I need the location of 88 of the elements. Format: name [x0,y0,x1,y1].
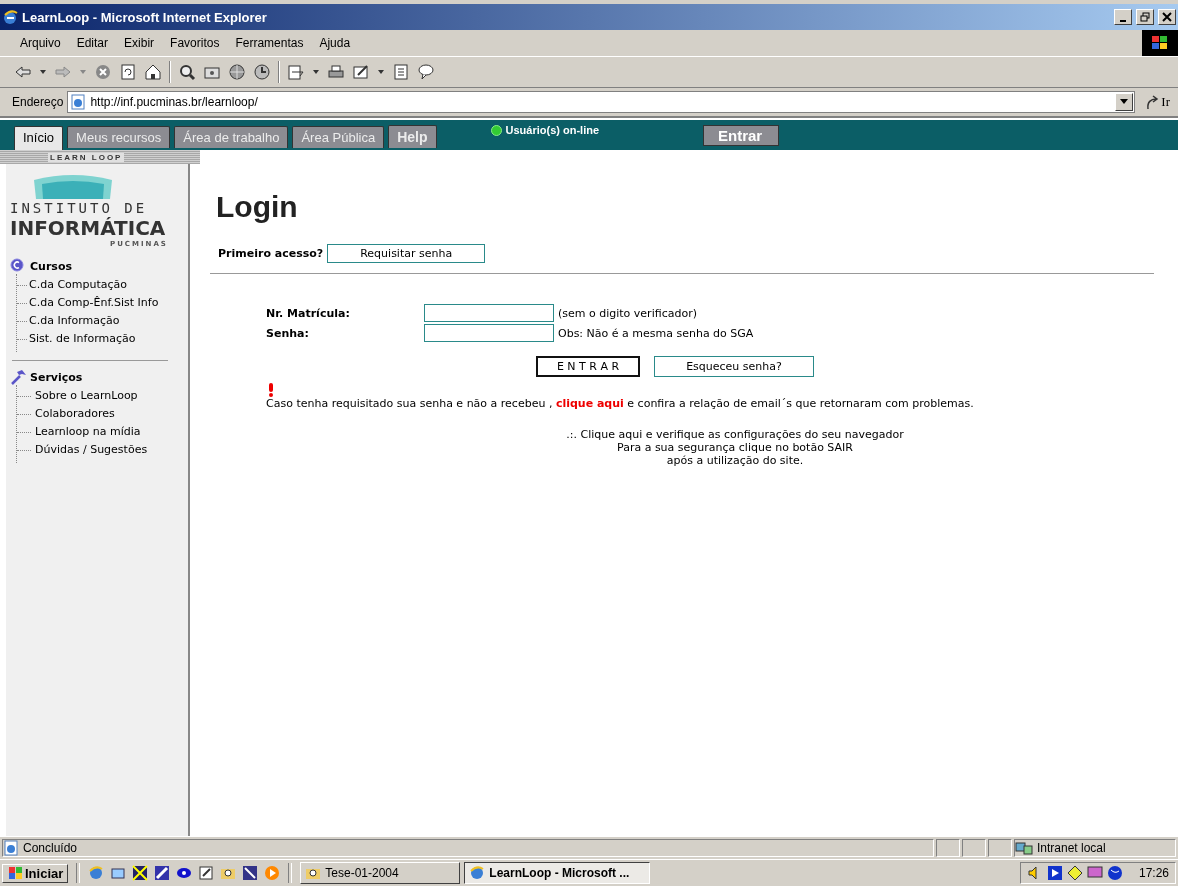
page-icon [70,94,87,110]
page-heading: Login [216,190,299,224]
course-icon [10,258,26,274]
monitor-icon[interactable] [1086,865,1103,881]
menu-item[interactable]: Editar [68,33,117,53]
logo-text: INFORMÁTICA [10,216,166,240]
first-access-label: Primeiro acesso? [218,247,324,260]
document-icon[interactable] [392,63,410,81]
browser-icon [2,9,18,25]
sidebar-link[interactable]: Colaboradores [35,405,115,423]
status-panel [962,839,986,857]
click-here-link[interactable]: clique aqui [555,397,624,410]
notice-text: Caso tenha requisitado sua senha e não a recebeu , clique aqui e confira a relação de email´s que retornaram com problemas. [266,397,975,410]
sidebar-link[interactable]: Learnloop na mídia [35,423,141,441]
field-label: Nr. Matrícula: [266,306,351,320]
page-icon [3,840,19,856]
browser-icon [469,865,486,881]
sidebar-link[interactable]: C.da Comp-Ênf.Sist Info [29,294,159,312]
status-text: Concluído [23,841,78,855]
input-field[interactable] [424,324,554,342]
request-password-button[interactable]: Requisitar senha [327,244,486,263]
curved-arrow-icon [1145,94,1160,110]
back-arrow-icon[interactable] [14,63,32,81]
nav-tab[interactable]: Início [14,126,64,150]
input-field[interactable] [424,304,554,322]
submit-button[interactable]: E N T R A R [536,356,640,377]
clock: 17:26 [1138,866,1169,880]
exclamation-icon [268,383,274,397]
sidebar-link[interactable]: Sobre o LearnLoop [35,387,138,405]
info-text: Para a sua segurança clique no botão SAIR [617,441,853,454]
menu-item[interactable]: Favoritos [162,33,228,53]
restore-button[interactable] [1136,9,1154,25]
online-users-link[interactable]: Usuário(s) on-line [505,124,600,136]
info-text: .:. Clique aqui e verifique as configurações do seu navegador [566,428,904,441]
address-label: Endereço [12,95,64,109]
go-button[interactable]: Ir [1139,94,1178,110]
section-heading: Cursos [30,259,72,273]
search-icon[interactable] [178,63,196,81]
status-panel [988,839,1012,857]
sidebar-link[interactable]: C.da Computação [29,276,128,294]
network-icon [1015,840,1033,856]
close-icon [1162,12,1172,22]
logo-text: INSTITUTO DE [10,200,148,216]
windows-logo-icon [7,866,23,880]
status-dot-icon [490,124,502,136]
menu-item[interactable]: Exibir [116,33,163,53]
start-button[interactable]: Iniciar [2,863,69,883]
history-icon[interactable] [253,63,271,81]
window-title: LearnLoop - Microsoft Internet Explorer [22,9,268,25]
close-button[interactable] [1158,9,1176,25]
minimize-button[interactable] [1114,9,1132,25]
info-text: após a utilização do site. [666,454,804,467]
windows-logo-icon [1151,35,1169,51]
address-field[interactable]: http://inf.pucminas.br/learnloop/ [67,91,1136,113]
minimize-icon [1120,18,1126,22]
diamond-icon[interactable] [1066,865,1083,881]
globe-icon[interactable] [1106,865,1123,881]
menu-item[interactable]: Arquivo [12,33,69,53]
field-label: Senha: [266,326,310,340]
brand-label: LEARN LOOP [48,152,125,162]
play-icon[interactable] [1046,865,1063,881]
field-note: Obs: Não é a mesma senha do SGA [557,326,755,340]
caret-icon [1120,99,1129,105]
menu-item[interactable]: Ajuda [311,33,359,53]
hammer-icon [10,369,26,385]
menu-item[interactable]: Ferramentas [227,33,312,53]
taskbar-button[interactable]: Tese-01-2004 [300,862,461,884]
edit-icon[interactable] [352,63,370,81]
section-heading: Serviços [30,370,83,384]
dropdown-button[interactable] [1115,93,1134,111]
status-panel [936,839,960,857]
sidebar-link[interactable]: Dúvidas / Sugestões [35,441,148,459]
speech-bubble-icon[interactable] [417,63,435,81]
browser-icon[interactable] [88,865,105,881]
taskbar-button[interactable]: LearnLoop - Microsoft ... [464,862,651,884]
globe-icon[interactable] [228,63,246,81]
sidebar-link[interactable]: Sist. de Informação [29,330,136,348]
forgot-password-button[interactable]: Esqueceu senha? [654,356,814,377]
stop-icon[interactable] [94,63,112,81]
home-icon[interactable] [144,63,162,81]
zone-label: Intranet local [1037,841,1106,855]
eye-icon[interactable] [176,865,193,881]
field-note: (sem o digito verificador) [557,306,698,320]
sidebar-link[interactable]: C.da Informação [29,312,120,330]
restore-icon [1140,12,1150,22]
notepad-icon[interactable] [198,865,215,881]
print-icon[interactable] [327,63,345,81]
refresh-icon[interactable] [119,63,137,81]
